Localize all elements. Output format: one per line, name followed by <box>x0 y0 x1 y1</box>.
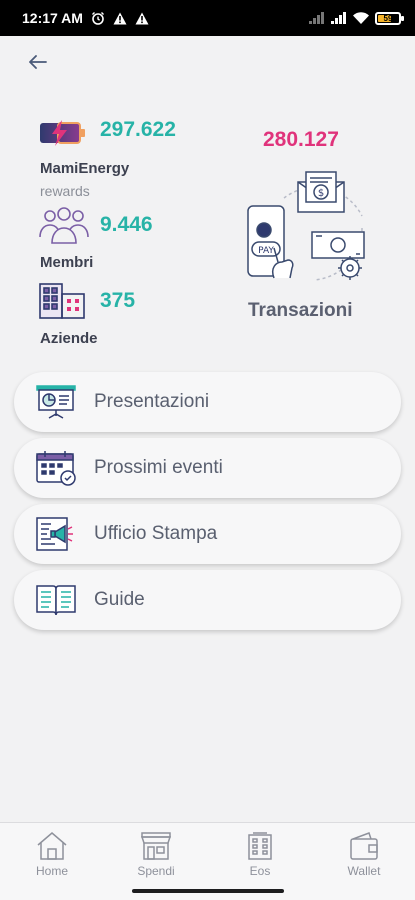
menu-item-label: Guide <box>94 589 145 610</box>
nav-label: Wallet <box>347 864 381 878</box>
signal-icon <box>331 12 347 24</box>
menu-item-label: Prossimi eventi <box>94 457 223 478</box>
members-value: 9.446 <box>100 213 153 236</box>
menu-item-label: Presentazioni <box>94 391 210 412</box>
battery-icon: 59 <box>375 11 404 25</box>
menu-item-ufficio-stampa[interactable]: Ufficio Stampa <box>14 504 401 564</box>
svg-text:PAY: PAY <box>258 246 274 256</box>
energy-label: MamiEnergy <box>40 160 130 177</box>
companies-value: 375 <box>100 289 136 312</box>
transactions-label: Transazioni <box>248 300 353 321</box>
back-button[interactable] <box>26 50 50 74</box>
warning-icon <box>113 12 127 25</box>
open-book-icon <box>34 582 78 618</box>
nav-wallet[interactable]: Wallet <box>324 831 404 878</box>
menu-item-presentazioni[interactable]: Presentazioni <box>14 372 401 432</box>
nav-label: Spendi <box>137 864 175 878</box>
status-bar: 12:17 AM 59 <box>0 0 415 36</box>
battery-percent: 59 <box>383 13 393 23</box>
svg-text:$: $ <box>318 188 324 199</box>
payment-transactions-illustration: PAY $ <box>244 168 368 291</box>
nav-label: Home <box>35 864 68 878</box>
warning-icon <box>135 12 149 25</box>
nav-label: Eos <box>249 864 271 878</box>
home-indicator[interactable] <box>132 889 284 893</box>
calendar-check-icon <box>34 450 78 486</box>
arrow-left-icon <box>29 55 47 69</box>
shop-icon <box>140 832 172 860</box>
nav-spendi[interactable]: Spendi <box>116 831 196 878</box>
menu-item-guide[interactable]: Guide <box>14 570 401 630</box>
wallet-icon <box>350 832 378 860</box>
wifi-icon <box>353 12 369 24</box>
menu-item-prossimi-eventi[interactable]: Prossimi eventi <box>14 438 401 498</box>
home-icon <box>37 832 67 860</box>
signal-icon <box>309 12 325 24</box>
energy-sublabel: rewards <box>40 183 90 199</box>
transactions-value: 280.127 <box>263 128 339 151</box>
members-label: Membri <box>40 254 94 271</box>
megaphone-document-icon <box>34 516 78 552</box>
energy-value: 297.622 <box>100 118 176 141</box>
building-icon <box>38 280 88 325</box>
status-time: 12:17 AM <box>22 10 83 26</box>
companies-label: Aziende <box>40 330 98 347</box>
people-icon <box>38 207 90 250</box>
presentation-board-icon <box>34 384 78 420</box>
eos-building-icon <box>248 832 272 860</box>
nav-home[interactable]: Home <box>12 831 92 878</box>
alarm-icon <box>91 11 105 25</box>
battery-bolt-icon <box>38 118 88 153</box>
nav-eos[interactable]: Eos <box>220 831 300 878</box>
menu-item-label: Ufficio Stampa <box>94 523 218 544</box>
